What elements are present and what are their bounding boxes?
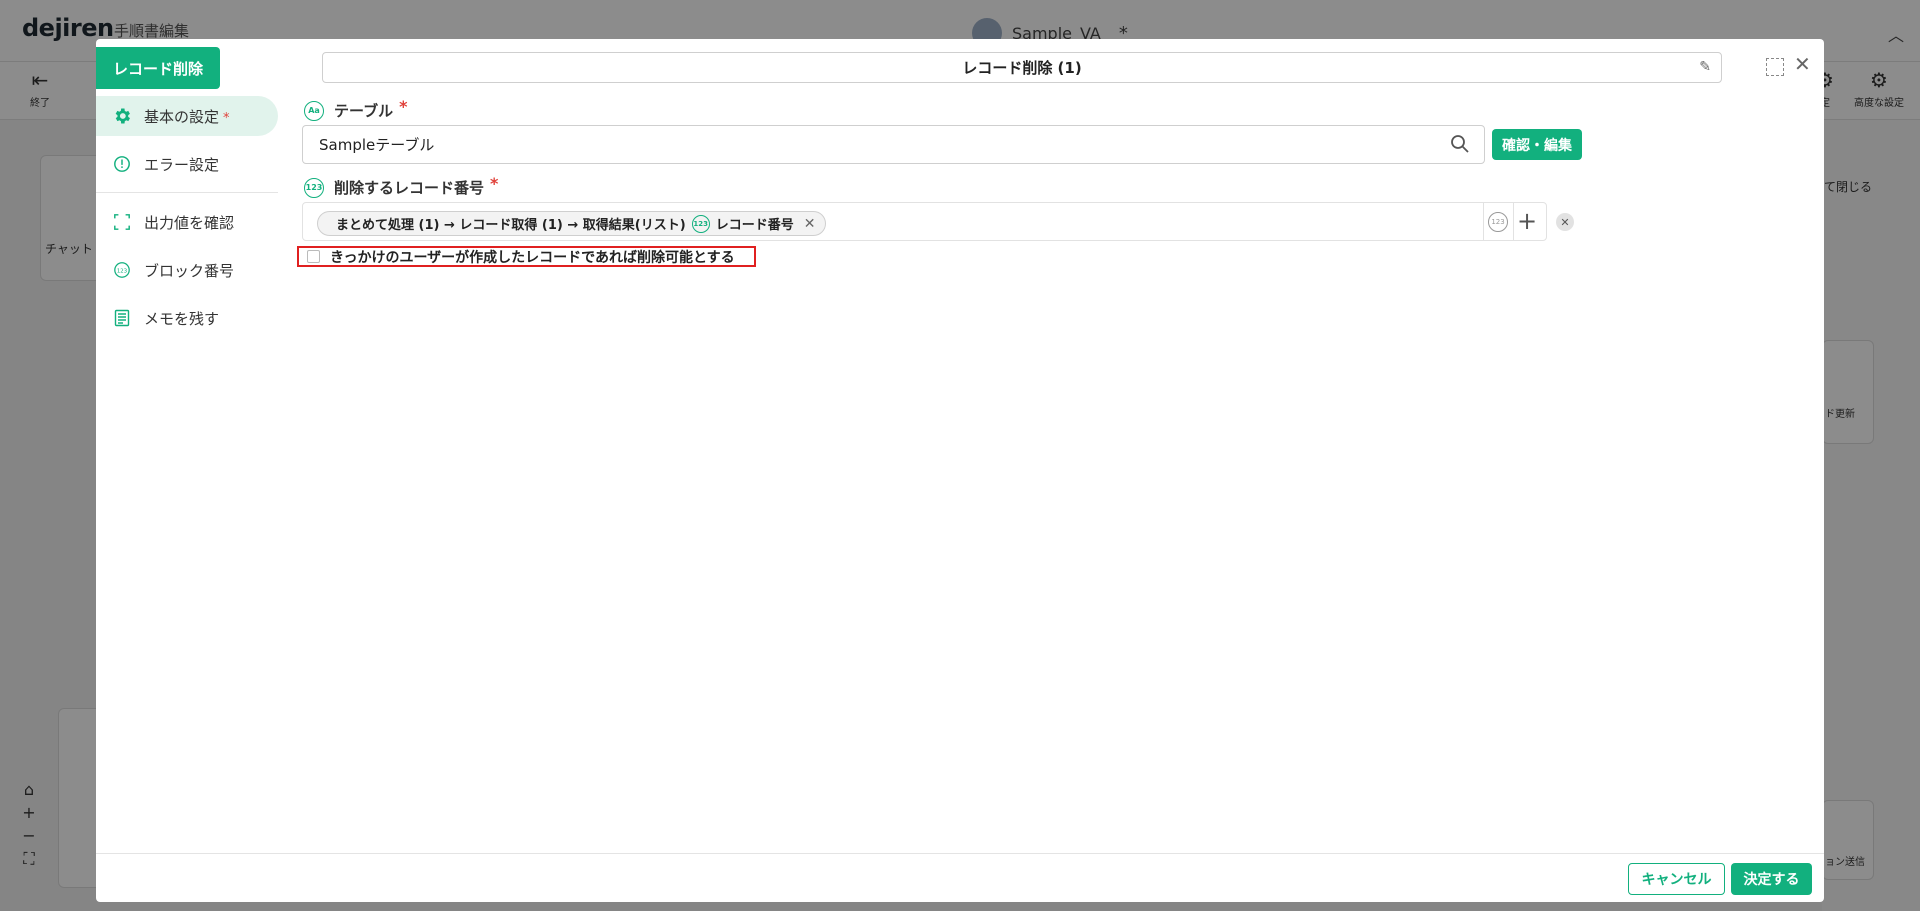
- sidebar-item-block-number[interactable]: 123 ブロック番号: [96, 250, 278, 290]
- footer-divider: [96, 853, 1824, 854]
- sidebar-divider: [96, 192, 278, 193]
- block-title-field[interactable]: レコード削除 (1) ✎: [322, 52, 1722, 83]
- number-type-icon: 123: [304, 177, 324, 198]
- sidebar-item-label: エラー設定: [144, 155, 220, 174]
- table-field-label: Aa テーブル *: [304, 97, 408, 121]
- sidebar-item-label: ブロック番号: [144, 261, 235, 280]
- required-mark: *: [399, 97, 408, 116]
- delete-permission-checkbox-row[interactable]: きっかけのユーザーが作成したレコードであれば削除可能とする: [297, 246, 756, 267]
- table-select-input[interactable]: Sampleテーブル: [302, 125, 1485, 164]
- memo-icon: [112, 308, 132, 328]
- number-type-icon: 123: [691, 214, 710, 233]
- sidebar-item-label: 出力値を確認: [144, 213, 235, 232]
- confirm-button[interactable]: 決定する: [1731, 863, 1812, 895]
- pencil-icon[interactable]: ✎: [1699, 59, 1711, 75]
- sidebar-item-error-settings[interactable]: エラー設定: [96, 144, 278, 184]
- block-title: レコード削除 (1): [962, 59, 1082, 77]
- close-icon[interactable]: ✕: [1794, 54, 1811, 74]
- sidebar-item-label: 基本の設定: [144, 107, 220, 126]
- gear-icon: [112, 106, 132, 126]
- plus-icon[interactable]: +: [1517, 206, 1537, 236]
- remove-chip-icon[interactable]: ✕: [804, 216, 816, 232]
- number-type-icon[interactable]: 123: [1488, 212, 1508, 232]
- record-number-chip[interactable]: まとめて処理 (1) → レコード取得 (1) → 取得結果(リスト) 123 …: [317, 211, 827, 236]
- svg-text:123: 123: [117, 268, 127, 274]
- frame-corners-icon: [112, 212, 132, 232]
- checkbox-label: きっかけのユーザーが作成したレコードであれば削除可能とする: [330, 249, 735, 266]
- search-icon[interactable]: [1450, 134, 1470, 158]
- chip-value: レコード番号: [715, 218, 794, 233]
- block-type-tag: レコード削除: [96, 47, 220, 89]
- number-circle-icon: 123: [112, 260, 132, 280]
- input-divider: [1483, 203, 1484, 240]
- sidebar-item-check-output[interactable]: 出力値を確認: [96, 202, 278, 242]
- cancel-button[interactable]: キャンセル: [1628, 863, 1725, 895]
- record-number-field-label: 123 削除するレコード番号 *: [304, 174, 499, 198]
- table-label-text: テーブル: [334, 102, 394, 120]
- clear-field-icon[interactable]: ✕: [1556, 213, 1574, 231]
- sidebar-item-basic-settings[interactable]: 基本の設定 *: [96, 96, 278, 136]
- alert-circle-icon: [112, 154, 132, 174]
- select-area-icon[interactable]: [1766, 58, 1784, 76]
- confirm-edit-button[interactable]: 確認・編集: [1492, 129, 1582, 160]
- sidebar-item-label: メモを残す: [144, 309, 220, 328]
- record-number-input[interactable]: まとめて処理 (1) → レコード取得 (1) → 取得結果(リスト) 123 …: [302, 202, 1547, 241]
- block-settings-modal: [96, 39, 1824, 902]
- delete-permission-checkbox[interactable]: [307, 250, 320, 263]
- required-mark: *: [490, 174, 499, 193]
- table-value: Sampleテーブル: [319, 136, 435, 154]
- required-mark: *: [223, 110, 230, 126]
- sidebar-item-memo[interactable]: メモを残す: [96, 298, 278, 338]
- input-divider: [1513, 203, 1514, 240]
- text-type-icon: Aa: [304, 100, 324, 121]
- chip-path: まとめて処理 (1) → レコード取得 (1) → 取得結果(リスト): [336, 218, 686, 233]
- record-number-label-text: 削除するレコード番号: [334, 179, 485, 197]
